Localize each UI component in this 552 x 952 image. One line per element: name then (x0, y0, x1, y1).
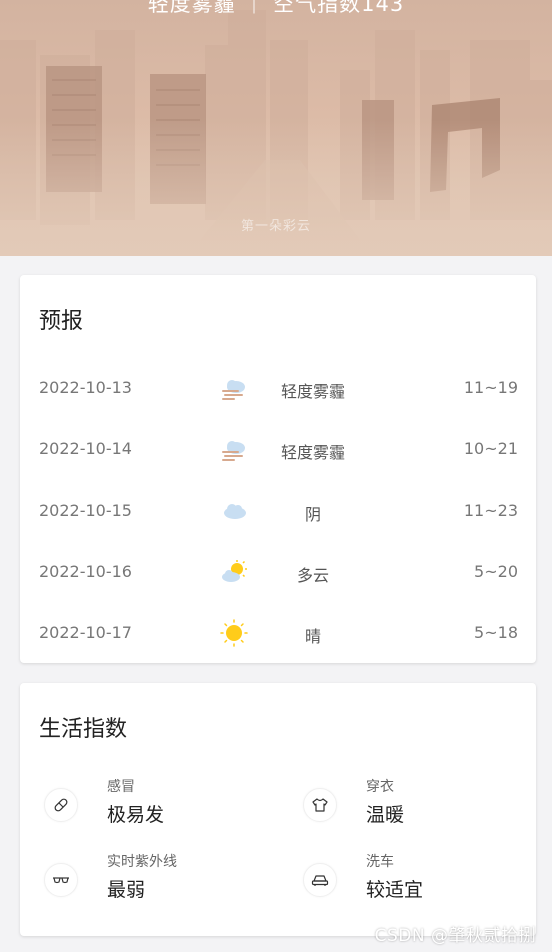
forecast-condition: 轻度雾霾 (280, 443, 345, 462)
life-index-value: 温暖 (366, 804, 405, 826)
forecast-card: 预报 2022-10-13 轻度雾霾 11~19 2022-10-14 轻度雾霾… (20, 275, 536, 663)
forecast-temp: 5~18 (474, 623, 518, 642)
cloud-icon (220, 497, 248, 525)
forecast-date: 2022-10-16 (39, 562, 132, 581)
forecast-date: 2022-10-13 (39, 378, 132, 397)
forecast-row[interactable]: 2022-10-16 多云 5~20 (20, 552, 536, 592)
life-index-value: 较适宜 (366, 879, 424, 901)
life-index-label: 感冒 (107, 779, 135, 795)
forecast-condition: 多云 (296, 566, 329, 585)
forecast-condition: 晴 (304, 627, 321, 646)
haze-icon (220, 435, 248, 463)
weather-hero-banner: 轻度雾霾 ｜ 空气指数143 第一朵彩云 (0, 0, 552, 256)
shirt-icon (303, 788, 337, 822)
forecast-temp: 11~19 (463, 378, 518, 397)
life-index-label: 穿衣 (366, 779, 394, 795)
forecast-title: 预报 (39, 309, 84, 334)
forecast-row[interactable]: 2022-10-15 阴 11~23 (20, 491, 536, 531)
forecast-condition: 轻度雾霾 (280, 382, 345, 401)
forecast-temp: 10~21 (463, 439, 518, 458)
car-icon (303, 863, 337, 897)
life-index-item-cold[interactable]: 感冒 极易发 (44, 776, 274, 836)
forecast-row[interactable]: 2022-10-17 晴 5~18 (20, 613, 536, 653)
air-quality-title: 轻度雾霾 ｜ 空气指数143 (147, 0, 405, 16)
forecast-row[interactable]: 2022-10-13 轻度雾霾 11~19 (20, 368, 536, 408)
sunglasses-icon (44, 863, 78, 897)
life-index-label: 洗车 (366, 854, 394, 870)
life-index-item-carwash[interactable]: 洗车 较适宜 (303, 851, 533, 911)
forecast-date: 2022-10-15 (39, 501, 132, 520)
life-index-value: 极易发 (107, 804, 165, 826)
forecast-temp: 5~20 (474, 562, 518, 581)
forecast-date: 2022-10-17 (39, 623, 132, 642)
sun-icon (220, 619, 248, 647)
pill-icon (44, 788, 78, 822)
forecast-condition: 阴 (304, 505, 321, 524)
forecast-date: 2022-10-14 (39, 439, 132, 458)
forecast-row[interactable]: 2022-10-14 轻度雾霾 10~21 (20, 429, 536, 469)
life-index-item-dressing[interactable]: 穿衣 温暖 (303, 776, 533, 836)
hero-watermark: 第一朵彩云 (240, 219, 311, 234)
life-index-item-uv[interactable]: 实时紫外线 最弱 (44, 851, 274, 911)
forecast-temp: 11~23 (463, 501, 518, 520)
life-index-title: 生活指数 (39, 717, 128, 742)
haze-icon (220, 374, 248, 402)
life-index-label: 实时紫外线 (107, 854, 177, 870)
partly-cloudy-icon (220, 558, 248, 586)
life-index-card: 生活指数 感冒 极易发 穿衣 温暖 实时紫外线 最弱 洗车 较适宜 (20, 683, 536, 936)
life-index-value: 最弱 (107, 879, 146, 901)
footer-watermark: CSDN @肇秋贰拾捌 (374, 926, 536, 946)
